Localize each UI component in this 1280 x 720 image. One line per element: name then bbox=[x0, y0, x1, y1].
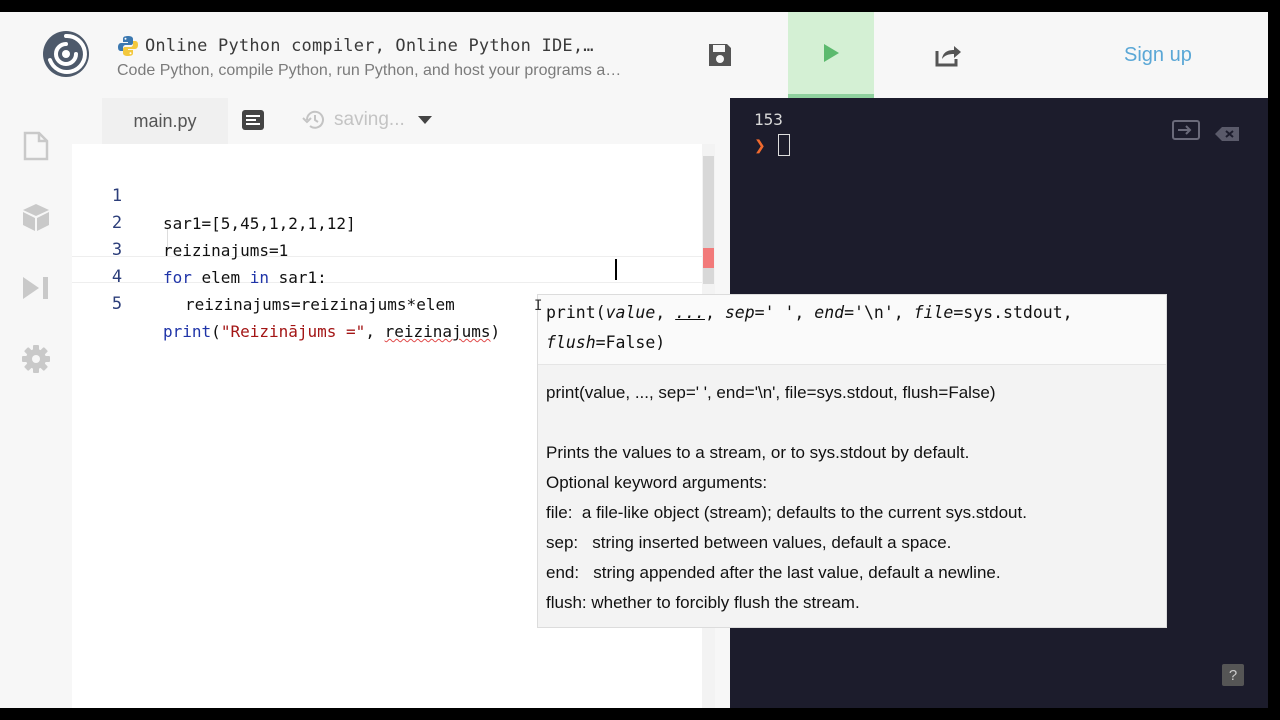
doc-line: print(value, ..., sep=' ', end='\n', fil… bbox=[546, 383, 996, 402]
code-token: ) bbox=[490, 322, 501, 341]
code-line[interactable]: 4 reizinajums=reizinajums*elem bbox=[72, 237, 702, 314]
files-icon[interactable] bbox=[20, 130, 52, 162]
play-icon bbox=[824, 44, 839, 62]
console-prompt[interactable]: ❯ bbox=[754, 134, 790, 156]
page-title: Online Python compiler, Online Python ID… bbox=[145, 36, 594, 56]
doc-line: Optional keyword arguments: bbox=[546, 473, 768, 492]
sig-param: value bbox=[605, 303, 656, 322]
signature-line: print(value, ..., sep=' ', end='\n', fil… bbox=[546, 303, 1073, 322]
history-icon bbox=[302, 110, 324, 129]
error-marker bbox=[703, 248, 714, 268]
line-number: 5 bbox=[111, 294, 123, 314]
code-token: ( bbox=[211, 322, 221, 341]
sig-param: end bbox=[814, 303, 845, 322]
keyword: print bbox=[163, 322, 212, 341]
code-text: reizinajums=reizinajums*elem bbox=[185, 295, 455, 314]
sig-token: ='\n', bbox=[844, 303, 914, 322]
share-icon bbox=[935, 46, 961, 67]
sig-token: =False) bbox=[595, 333, 666, 352]
sig-token: =sys.stdout, bbox=[953, 303, 1073, 322]
save-button[interactable] bbox=[690, 12, 750, 98]
signature-line: flush=False) bbox=[546, 333, 665, 352]
saving-status: saving... bbox=[302, 108, 433, 132]
code-line[interactable]: 1 sar1=[5,45,1,2,1,12] bbox=[72, 156, 702, 233]
sig-token: , bbox=[704, 303, 725, 322]
code-token: reizinajums bbox=[384, 322, 491, 341]
floppy-disk-icon bbox=[709, 44, 731, 66]
replit-app: Online Python compiler, Online Python ID… bbox=[0, 12, 1268, 708]
mouse-ibeam-cursor: I bbox=[534, 298, 543, 314]
editor-tab-bar: main.py saving... bbox=[72, 98, 715, 144]
code-token: , bbox=[365, 322, 385, 341]
tab-main-py[interactable]: main.py bbox=[102, 98, 228, 144]
python-icon bbox=[118, 36, 138, 56]
run-button[interactable] bbox=[788, 12, 874, 98]
doc-line: end: string appended after the last valu… bbox=[546, 563, 1001, 582]
signature-help-tooltip: print(value, ..., sep=' ', end='\n', fil… bbox=[537, 294, 1167, 628]
settings-gear-icon[interactable] bbox=[20, 343, 52, 375]
clear-console-icon[interactable] bbox=[1214, 126, 1240, 142]
sidebar bbox=[0, 98, 72, 708]
help-button[interactable]: ? bbox=[1222, 664, 1244, 686]
code-line[interactable]: 2 reizinajums=1 bbox=[72, 183, 702, 260]
logo-icon[interactable] bbox=[42, 30, 90, 78]
string-literal: "Reizinājums =" bbox=[220, 322, 366, 341]
debugger-icon[interactable] bbox=[20, 272, 52, 304]
packages-icon[interactable] bbox=[20, 201, 52, 233]
sig-param-active: ... bbox=[675, 303, 705, 322]
doc-line: sep: string inserted between values, def… bbox=[546, 533, 952, 552]
code-line[interactable]: 3 for elem in sar1: bbox=[72, 210, 702, 287]
header: Online Python compiler, Online Python ID… bbox=[0, 12, 1268, 98]
sig-token: print( bbox=[546, 303, 606, 322]
console-output: 153 bbox=[754, 110, 783, 129]
sig-param: flush bbox=[546, 333, 596, 352]
text-caret bbox=[615, 259, 617, 280]
console-cursor bbox=[777, 134, 790, 156]
code-line[interactable]: 5 print("Reizinājums =", reizinajums) bbox=[72, 264, 702, 341]
doc-line: flush: whether to forcibly flush the str… bbox=[546, 593, 860, 612]
sig-param: sep bbox=[724, 303, 755, 322]
sig-param: file bbox=[913, 303, 954, 322]
prompt-chevron-icon: ❯ bbox=[754, 136, 766, 153]
share-button[interactable] bbox=[918, 12, 978, 98]
page-subtitle: Code Python, compile Python, run Python,… bbox=[117, 62, 622, 79]
doc-line: Prints the values to a stream, or to sys… bbox=[546, 443, 970, 462]
saving-label: saving... bbox=[334, 109, 405, 130]
sig-token: , bbox=[655, 303, 676, 322]
expand-console-icon[interactable] bbox=[1172, 120, 1200, 140]
chevron-down-icon[interactable] bbox=[417, 115, 433, 125]
doc-line: file: a file-like object (stream); defau… bbox=[546, 503, 1027, 522]
function-signature: print(value, ..., sep=' ', end='\n', fil… bbox=[538, 295, 1166, 365]
sign-up-link[interactable]: Sign up bbox=[1124, 44, 1192, 67]
code-text: print("Reizinājums =", reizinajums) bbox=[163, 318, 500, 345]
sig-token: =' ', bbox=[754, 303, 815, 322]
title-row: Online Python compiler, Online Python ID… bbox=[117, 35, 594, 57]
format-code-icon[interactable] bbox=[242, 110, 264, 130]
